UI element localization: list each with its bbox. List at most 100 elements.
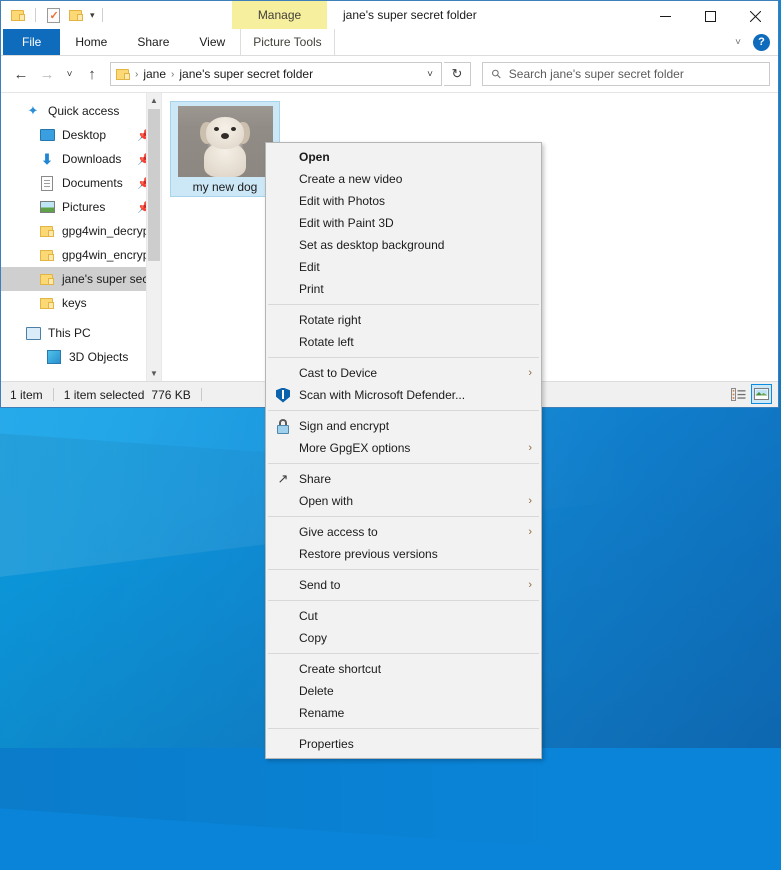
menu-item-cast-to-device[interactable]: Cast to Device ›	[266, 362, 541, 384]
menu-item-label: Rotate left	[299, 335, 354, 349]
folder-icon[interactable]	[8, 5, 28, 25]
forward-button[interactable]: →	[35, 61, 59, 87]
breadcrumb-dropdown-icon[interactable]: ˅	[421, 69, 439, 80]
menu-item-label: Cast to Device	[299, 366, 378, 380]
menu-item-edit-with-paint-3d[interactable]: Edit with Paint 3D	[266, 212, 541, 234]
menu-item-restore-previous-versions[interactable]: Restore previous versions	[266, 543, 541, 565]
status-divider	[52, 388, 54, 401]
menu-item-label: Open	[299, 150, 330, 164]
close-button[interactable]	[733, 1, 778, 31]
menu-item-label: Scan with Microsoft Defender...	[299, 388, 466, 402]
new-folder-icon[interactable]	[66, 5, 86, 25]
tab-home[interactable]: Home	[60, 29, 122, 55]
menu-item-label: Copy	[299, 631, 328, 645]
menu-separator	[268, 516, 539, 517]
menu-item-share[interactable]: ↗ Share	[266, 468, 541, 490]
sidebar-item-gpg4win-decrypt[interactable]: gpg4win_decryp	[1, 219, 161, 243]
menu-separator	[268, 728, 539, 729]
chevron-right-icon: ›	[528, 495, 532, 507]
menu-item-sign-and-encrypt[interactable]: Sign and encrypt	[266, 415, 541, 437]
sidebar-item-pictures[interactable]: Pictures 📌	[1, 195, 161, 219]
up-button[interactable]: ↑	[80, 61, 104, 87]
menu-item-more-gpgex-options[interactable]: More GpgEX options ›	[266, 437, 541, 459]
scroll-up-icon[interactable]: ▲	[147, 93, 161, 108]
sidebar-item-label: This PC	[48, 326, 91, 340]
menu-item-open[interactable]: Open	[266, 146, 541, 168]
shield-icon	[275, 387, 291, 403]
search-box[interactable]: ⚲ Search jane's super secret folder	[482, 62, 770, 86]
sidebar-item-quick-access[interactable]: ✦ Quick access	[1, 99, 161, 123]
tab-file[interactable]: File	[3, 29, 61, 55]
navigation-scrollbar[interactable]: ▲ ▼	[146, 93, 161, 381]
menu-item-set-as-desktop-background[interactable]: Set as desktop background	[266, 234, 541, 256]
breadcrumb-item-jane[interactable]: jane	[140, 67, 169, 81]
help-icon[interactable]: ?	[753, 33, 770, 51]
menu-item-rotate-left[interactable]: Rotate left	[266, 331, 541, 353]
sidebar-item-this-pc[interactable]: This PC	[1, 321, 161, 345]
qat-divider-2	[101, 8, 103, 22]
breadcrumb-separator-0: ›	[135, 68, 139, 80]
menu-item-edit[interactable]: Edit	[266, 256, 541, 278]
menu-item-copy[interactable]: Copy	[266, 627, 541, 649]
back-button[interactable]: ←	[9, 61, 33, 87]
menu-item-create-shortcut[interactable]: Create shortcut	[266, 658, 541, 680]
chevron-down-icon[interactable]: ˅	[729, 37, 747, 48]
status-divider-2	[200, 388, 202, 401]
search-input[interactable]: Search jane's super secret folder	[509, 67, 684, 81]
menu-separator	[268, 410, 539, 411]
sidebar-item-3d-objects[interactable]: 3D Objects	[1, 345, 161, 369]
status-item-count: 1 item	[10, 387, 43, 402]
scroll-down-icon[interactable]: ▼	[147, 366, 161, 381]
breadcrumb[interactable]: › jane › jane's super secret folder ˅	[110, 62, 442, 86]
menu-item-create-a-new-video[interactable]: Create a new video	[266, 168, 541, 190]
contextual-tab-group-manage[interactable]: Manage	[232, 1, 327, 29]
menu-item-label: Create shortcut	[299, 662, 382, 676]
sidebar-item-label: Downloads	[62, 152, 122, 166]
recent-locations-icon[interactable]: ˅	[61, 61, 78, 87]
sidebar-item-desktop[interactable]: Desktop 📌	[1, 123, 161, 147]
menu-item-delete[interactable]: Delete	[266, 680, 541, 702]
menu-item-give-access-to[interactable]: Give access to ›	[266, 521, 541, 543]
menu-item-label: Open with	[299, 494, 354, 508]
menu-item-label: Rename	[299, 706, 345, 720]
sidebar-item-downloads[interactable]: ⬇ Downloads 📌	[1, 147, 161, 171]
menu-item-open-with[interactable]: Open with ›	[266, 490, 541, 512]
file-thumbnail	[177, 106, 273, 177]
menu-item-properties[interactable]: Properties	[266, 733, 541, 755]
details-view-button[interactable]	[728, 384, 749, 404]
menu-item-print[interactable]: Print	[266, 278, 541, 300]
tab-picture-tools[interactable]: Picture Tools	[240, 29, 335, 55]
tab-share[interactable]: Share	[122, 29, 184, 55]
file-tile-my-new-dog[interactable]: my new dog	[170, 101, 280, 197]
menu-item-label: Edit with Photos	[299, 194, 386, 208]
menu-item-label: Restore previous versions	[299, 547, 438, 561]
menu-item-edit-with-photos[interactable]: Edit with Photos	[266, 190, 541, 212]
menu-item-rename[interactable]: Rename	[266, 702, 541, 724]
menu-item-label: Edit with Paint 3D	[299, 216, 394, 230]
sidebar-item-gpg4win-encrypt[interactable]: gpg4win_encryp	[1, 243, 161, 267]
ribbon-tab-strip: File Home Share View Picture Tools ˅ ?	[1, 29, 778, 56]
file-name-label: my new dog	[192, 180, 258, 194]
properties-icon[interactable]: ✓	[43, 5, 63, 25]
folder-icon	[39, 247, 55, 263]
menu-item-cut[interactable]: Cut	[266, 605, 541, 627]
scrollbar-thumb[interactable]	[148, 109, 160, 261]
breadcrumb-item-current[interactable]: jane's super secret folder	[176, 67, 316, 81]
menu-item-rotate-right[interactable]: Rotate right	[266, 309, 541, 331]
large-icons-view-button[interactable]	[751, 384, 772, 404]
sidebar-item-documents[interactable]: Documents 📌	[1, 171, 161, 195]
minimize-button[interactable]	[643, 1, 688, 31]
title-bar: ✓ ▾ Manage jane's super secret folder	[1, 1, 778, 29]
maximize-button[interactable]	[688, 1, 733, 31]
menu-item-send-to[interactable]: Send to ›	[266, 574, 541, 596]
breadcrumb-separator-1: ›	[171, 68, 175, 80]
refresh-button[interactable]: ↻	[444, 62, 471, 86]
sidebar-item-label: Quick access	[48, 104, 120, 118]
menu-item-scan-with-microsoft-defender[interactable]: Scan with Microsoft Defender...	[266, 384, 541, 406]
sidebar-item-janes-super-secret-folder[interactable]: jane's super secr	[1, 267, 161, 291]
sidebar-item-keys[interactable]: keys	[1, 291, 161, 315]
customize-qat-caret-icon[interactable]: ▾	[90, 10, 95, 20]
tab-view[interactable]: View	[184, 29, 240, 55]
menu-item-label: Rotate right	[299, 313, 362, 327]
menu-item-label: Print	[299, 282, 324, 296]
